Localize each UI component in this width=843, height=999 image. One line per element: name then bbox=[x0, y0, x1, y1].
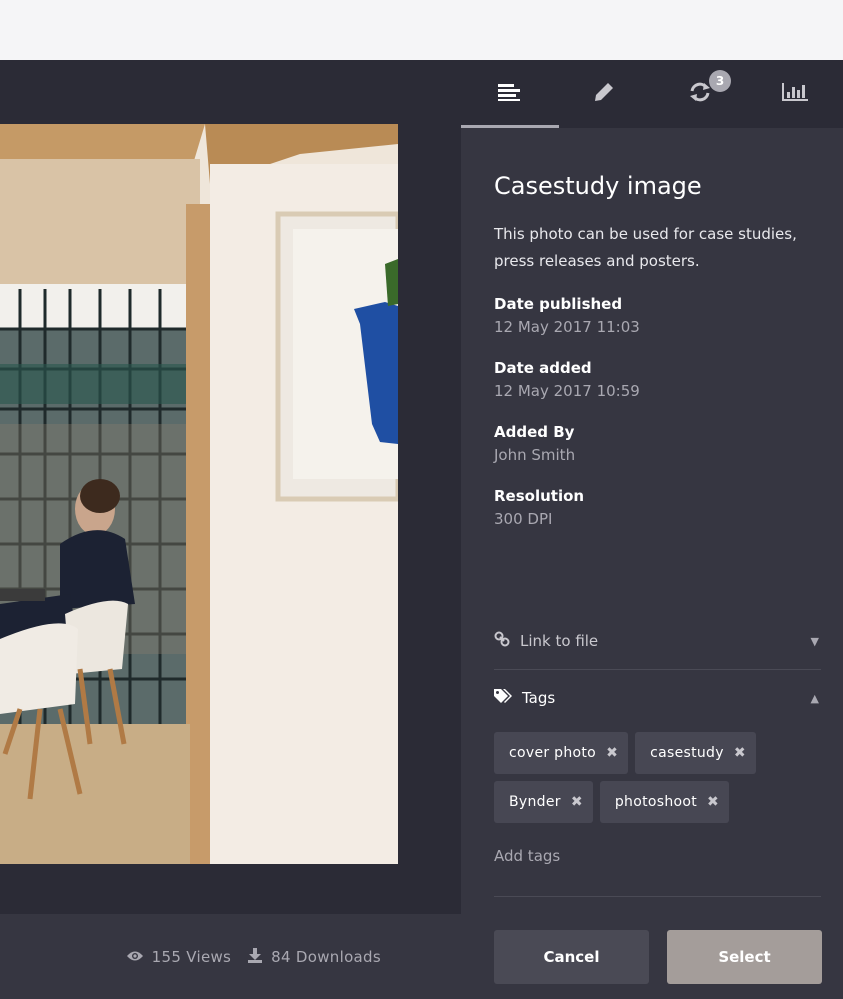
asset-description-line: press releases and posters. bbox=[494, 252, 700, 270]
office-photo bbox=[0, 124, 398, 864]
panel-tabs: 3 bbox=[461, 60, 843, 128]
tab-edit[interactable] bbox=[557, 60, 653, 128]
field-label: Date published bbox=[494, 295, 623, 313]
tab-versions[interactable]: 3 bbox=[652, 60, 748, 128]
align-left-icon bbox=[497, 83, 520, 105]
field-value: 300 DPI bbox=[494, 510, 553, 528]
tag-chip: photoshoot ✖ bbox=[599, 781, 730, 823]
top-bar bbox=[0, 0, 843, 60]
field-value: John Smith bbox=[494, 446, 576, 464]
field-label: Date added bbox=[494, 359, 592, 377]
chevron-up-icon: ▲ bbox=[810, 691, 819, 705]
tags-icon bbox=[494, 689, 512, 707]
tags-section: Tags ▲ cover photo ✖ casestudy ✖ Bynder … bbox=[494, 670, 821, 897]
select-button[interactable]: Select bbox=[667, 929, 822, 984]
download-icon bbox=[247, 947, 263, 967]
asset-description: This photo can be used for case studies,… bbox=[494, 221, 821, 275]
versions-badge: 3 bbox=[709, 70, 731, 92]
remove-tag-icon[interactable]: ✖ bbox=[606, 745, 618, 761]
add-tags-input[interactable]: Add tags bbox=[494, 847, 821, 865]
field-label: Resolution bbox=[494, 487, 585, 505]
tab-statistics[interactable] bbox=[748, 60, 843, 128]
remove-tag-icon[interactable]: ✖ bbox=[571, 794, 583, 810]
cancel-button[interactable]: Cancel bbox=[494, 929, 649, 984]
asset-details-panel: 3 Casestudy image This photo can be used… bbox=[461, 60, 843, 999]
asset-title: Casestudy image bbox=[494, 172, 702, 200]
tab-info[interactable] bbox=[461, 60, 559, 128]
chevron-down-icon: ▼ bbox=[810, 634, 819, 648]
asset-preview-image[interactable] bbox=[0, 124, 398, 864]
asset-info: Casestudy image This photo can be used f… bbox=[461, 128, 843, 531]
tag-chip: cover photo ✖ bbox=[494, 732, 629, 774]
downloads-stat: 84 Downloads bbox=[247, 947, 381, 967]
field-date-added: Date added 12 May 2017 10:59 bbox=[494, 357, 821, 403]
remove-tag-icon[interactable]: ✖ bbox=[707, 794, 719, 810]
tags-label: Tags bbox=[522, 689, 556, 707]
link-to-file-toggle[interactable]: Link to file ▼ bbox=[494, 613, 821, 669]
field-date-published: Date published 12 May 2017 11:03 bbox=[494, 293, 821, 339]
tags-toggle[interactable]: Tags ▲ bbox=[494, 670, 821, 726]
downloads-count: 84 Downloads bbox=[271, 947, 381, 966]
refresh-icon bbox=[689, 82, 711, 106]
field-value: 12 May 2017 11:03 bbox=[494, 318, 640, 336]
asset-description-line: This photo can be used for case studies, bbox=[494, 225, 797, 243]
divider bbox=[494, 896, 821, 897]
link-to-file-label: Link to file bbox=[520, 632, 599, 650]
tag-chip: Bynder ✖ bbox=[494, 781, 593, 823]
tag-label: casestudy bbox=[650, 745, 724, 761]
field-added-by: Added By John Smith bbox=[494, 421, 821, 467]
tag-label: Bynder bbox=[509, 794, 561, 810]
views-stat: 155 Views bbox=[126, 948, 232, 966]
eye-icon bbox=[126, 948, 144, 966]
views-count: 155 Views bbox=[151, 947, 232, 966]
tag-label: cover photo bbox=[509, 745, 597, 761]
remove-tag-icon[interactable]: ✖ bbox=[734, 745, 746, 761]
link-to-file-section: Link to file ▼ bbox=[494, 613, 821, 670]
preview-area: 155 Views 84 Downloads bbox=[0, 60, 461, 999]
field-value: 12 May 2017 10:59 bbox=[494, 382, 640, 400]
field-resolution: Resolution 300 DPI bbox=[494, 485, 821, 531]
bar-chart-icon bbox=[782, 83, 809, 105]
link-icon bbox=[494, 631, 510, 651]
field-label: Added By bbox=[494, 423, 575, 441]
stats-bar: 155 Views 84 Downloads bbox=[0, 914, 461, 999]
tag-chip: casestudy ✖ bbox=[635, 732, 756, 774]
tag-label: photoshoot bbox=[614, 794, 698, 810]
tag-list: cover photo ✖ casestudy ✖ Bynder ✖ photo… bbox=[494, 732, 794, 823]
pencil-icon bbox=[594, 82, 614, 106]
panel-actions: Cancel Select bbox=[461, 914, 843, 999]
